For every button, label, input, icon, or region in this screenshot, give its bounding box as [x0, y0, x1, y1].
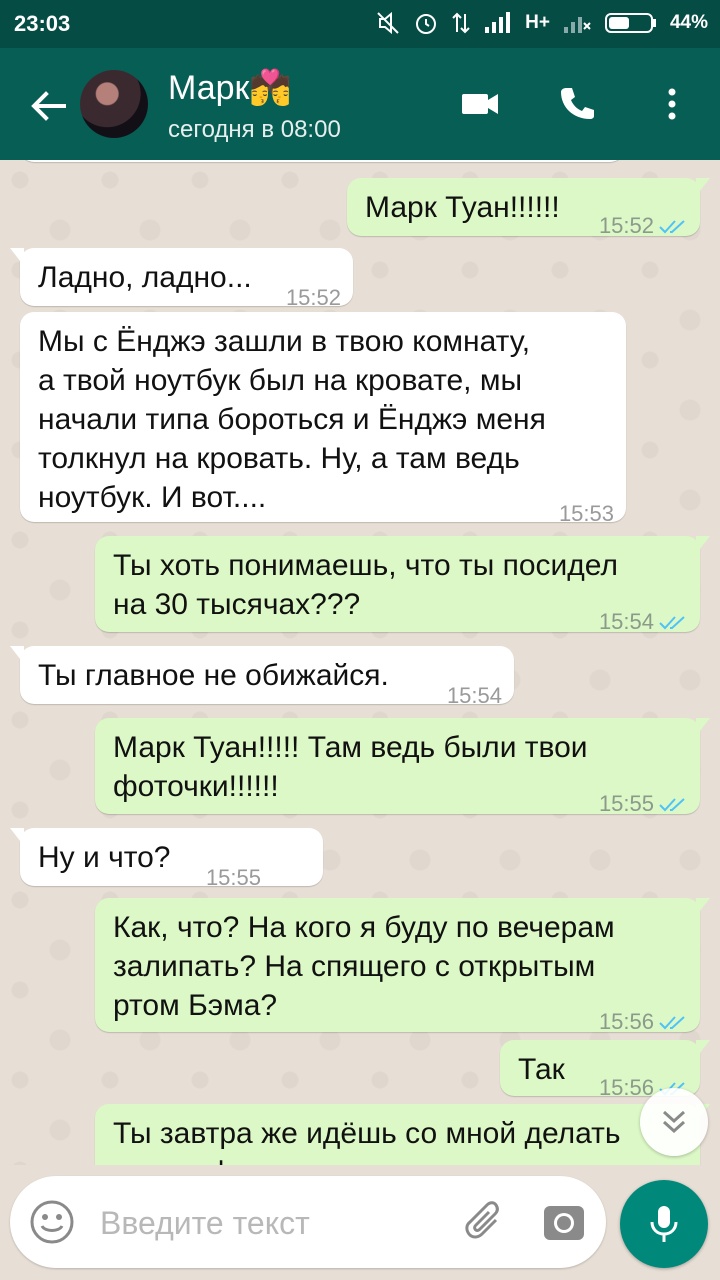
- message-partial: [20, 160, 624, 162]
- message-time: 15:54: [446, 683, 502, 708]
- message-incoming[interactable]: Ты главное не обижайся. 15:54: [10, 646, 514, 708]
- video-call-icon[interactable]: [458, 82, 502, 126]
- mic-button[interactable]: [620, 1180, 708, 1268]
- back-arrow-icon[interactable]: [28, 86, 68, 126]
- message-outgoing[interactable]: Марк Туан!!!!! Там ведь были твои фоточк…: [95, 718, 710, 816]
- message-text: Ты главное не обижайся.: [38, 659, 389, 692]
- contact-avatar[interactable]: [80, 70, 148, 138]
- signal-icon: [485, 12, 511, 33]
- message-meta: 15:54: [599, 602, 688, 641]
- message-text: Ты завтра же идёшь со мной делать новые …: [113, 1117, 621, 1165]
- emoji-icon[interactable]: [28, 1198, 76, 1246]
- message-text: Ну и что?: [38, 841, 171, 874]
- alarm-icon: [416, 14, 437, 34]
- scroll-down-icon: [662, 1110, 686, 1134]
- attach-icon[interactable]: [462, 1198, 510, 1246]
- read-ticks-icon: [659, 220, 685, 234]
- chat-header: Марк💏 сегодня в 08:00: [0, 48, 720, 160]
- message-outgoing[interactable]: Как, что? На кого я буду по вечерам зали…: [95, 898, 710, 1034]
- message-time: 15:54: [598, 609, 654, 634]
- read-ticks-icon: [659, 616, 685, 630]
- network-type: H+: [525, 12, 550, 33]
- battery-icon: [604, 13, 656, 33]
- contact-name[interactable]: Марк💏: [168, 68, 292, 108]
- message-meta: 15:55: [599, 784, 688, 823]
- message-text: Как, что? На кого я буду по вечерам зали…: [113, 911, 615, 1022]
- message-text: Марк Туан!!!!!!: [365, 191, 560, 224]
- read-ticks-icon: [659, 798, 685, 812]
- message-list[interactable]: Марк Туан!!!!!! 15:52 Ладно, ладно... 15…: [0, 160, 720, 1165]
- signal-weak-icon: [563, 17, 591, 33]
- read-ticks-icon: [659, 1016, 685, 1030]
- mute-icon: [377, 11, 399, 35]
- message-meta: 15:52: [599, 206, 688, 245]
- message-outgoing[interactable]: Ты завтра же идёшь со мной делать новые …: [95, 1104, 710, 1165]
- status-time: 23:03: [14, 11, 71, 36]
- last-seen: сегодня в 08:00: [168, 116, 341, 143]
- status-icons: H+ 44%: [375, 10, 708, 36]
- message-outgoing[interactable]: Ты хоть понимаешь, что ты посидел на 30 …: [95, 536, 710, 634]
- message-time: 15:55: [205, 865, 261, 890]
- data-arrows-icon: [452, 12, 470, 34]
- message-time: 15:52: [598, 213, 654, 238]
- message-meta: 15:56: [599, 1002, 688, 1041]
- message-input[interactable]: [98, 1198, 452, 1248]
- mic-icon: [650, 1206, 678, 1242]
- message-outgoing[interactable]: Марк Туан!!!!!! 15:52: [347, 178, 710, 238]
- message-incoming[interactable]: Ладно, ладно... 15:52: [10, 248, 353, 310]
- message-incoming[interactable]: Ну и что? 15:55: [10, 828, 323, 890]
- message-time: 15:55: [598, 791, 654, 816]
- message-time: 15:56: [598, 1009, 654, 1034]
- message-text: Мы с Ёнджэ зашли в твою комнату, а твой …: [38, 325, 546, 514]
- message-text: Ладно, ладно...: [38, 261, 252, 294]
- message-incoming[interactable]: Мы с Ёнджэ зашли в твою комнату, а твой …: [20, 312, 626, 526]
- message-text: Так: [518, 1053, 565, 1086]
- message-text: Марк Туан!!!!! Там ведь были твои фоточк…: [113, 731, 588, 803]
- status-bar: 23:03 H+ 44%: [0, 0, 720, 48]
- more-vert-icon[interactable]: [650, 82, 694, 126]
- scroll-down-button[interactable]: [640, 1088, 708, 1156]
- composer: [10, 1176, 606, 1268]
- camera-icon[interactable]: [540, 1198, 588, 1246]
- battery-percent: 44%: [669, 12, 708, 33]
- message-text: Ты хоть понимаешь, что ты посидел на 30 …: [113, 549, 618, 621]
- phone-icon[interactable]: [554, 82, 598, 126]
- message-time: 15:53: [558, 501, 614, 526]
